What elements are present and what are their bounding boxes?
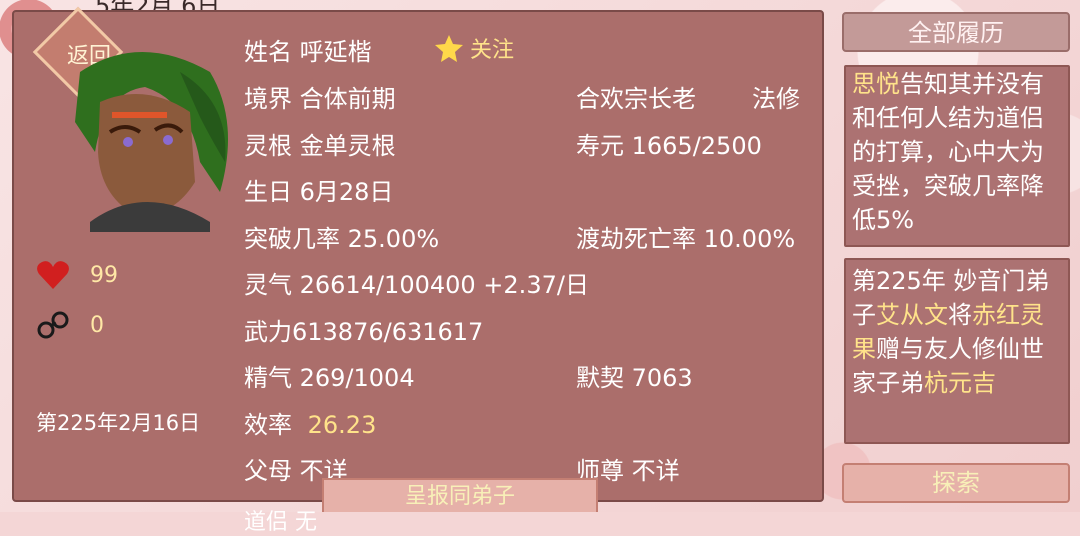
spiritual-qi-row: 灵气 26614/100400 +2.37/日 (244, 271, 589, 299)
history-card-2: 第225年 妙音门弟子艾从文将赤红灵果赠与友人修仙世家子弟杭元吉 (844, 258, 1070, 444)
hearts-value: 99 (90, 262, 118, 288)
efficiency-row: 效率 26.23 (244, 405, 376, 440)
efficiency-label: 效率 (244, 411, 292, 439)
bottom-action-button[interactable]: 呈报同弟子 (322, 478, 598, 512)
history-card-1: 思悦告知其并没有和任何人结为道侣的打算，心中大为受挫，突破几率降低5% (844, 65, 1070, 247)
star-icon (435, 35, 463, 62)
follow-button[interactable]: 关注 (434, 32, 514, 64)
class-row: 法修 (752, 85, 800, 113)
lifespan-row: 寿元 1665/2500 (576, 132, 762, 160)
character-detail-panel: 返回 99 0 第225年2月16日 姓名 呼延楷 关注 境界 合体前期 合欢宗… (12, 6, 824, 535)
handcuffs-icon (37, 311, 69, 339)
essence-row: 精气 269/1004 (244, 364, 415, 392)
force-row: 武力613876/631617 (244, 318, 484, 346)
dao-companion-row: 道侣 无 (244, 510, 317, 535)
tribulation-death-row: 渡劫死亡率 10.00% (576, 225, 796, 253)
history-card-2-name-2: 杭元吉 (924, 369, 996, 397)
birthday-row: 生日 6月28日 (244, 178, 394, 206)
heart-icon (37, 261, 69, 289)
history-card-2-text-2: 将 (948, 301, 972, 329)
all-history-button[interactable]: 全部履历 (842, 12, 1070, 52)
history-card-1-name: 思悦 (852, 70, 900, 98)
name-row: 姓名 呼延楷 (244, 38, 372, 66)
realm-row: 境界 合体前期 (244, 85, 396, 113)
handcuffs-stat: 0 (36, 310, 104, 340)
breakthrough-row: 突破几率 25.00% (244, 225, 440, 253)
character-portrait (75, 52, 228, 232)
handcuffs-value: 0 (90, 312, 104, 338)
hearts-stat: 99 (36, 260, 118, 290)
history-card-2-name-1: 艾从文 (876, 301, 948, 329)
spirit-root-row: 灵根 金单灵根 (244, 132, 396, 160)
sect-row: 合欢宗长老 (576, 85, 696, 113)
efficiency-value: 26.23 (307, 411, 377, 439)
current-date: 第225年2月16日 (36, 411, 201, 435)
rapport-row: 默契 7063 (576, 364, 693, 392)
follow-label: 关注 (470, 38, 515, 63)
explore-button[interactable]: 探索 (842, 463, 1070, 503)
